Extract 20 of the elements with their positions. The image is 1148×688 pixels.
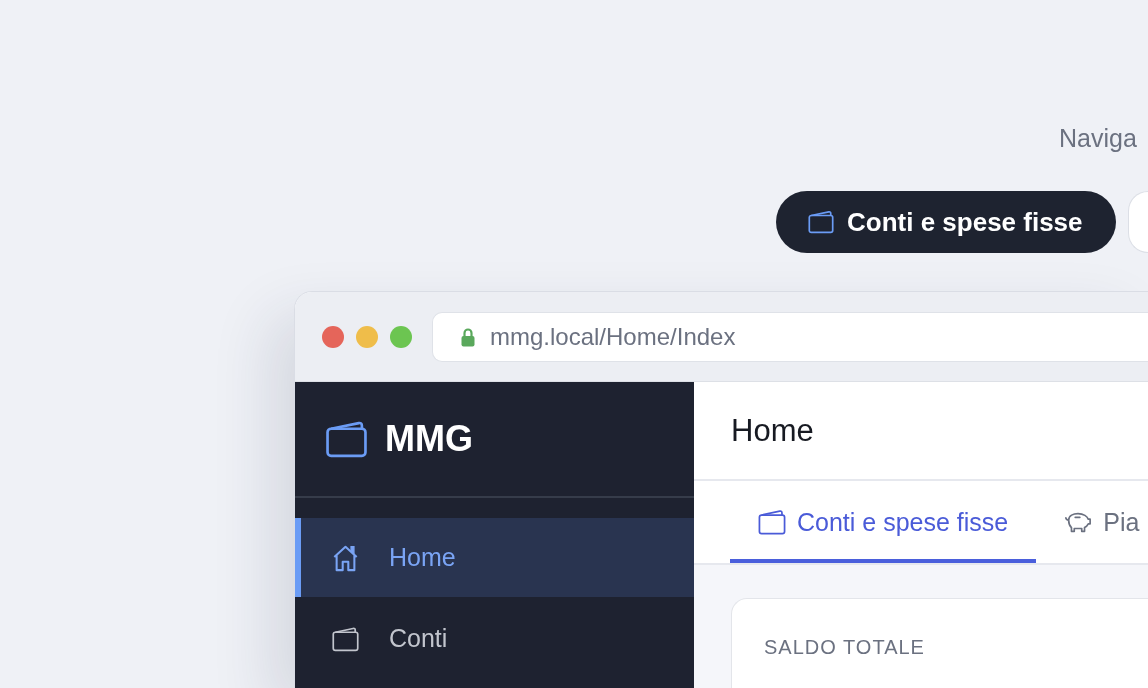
tab[interactable]: Pia [1036,481,1148,563]
window-maximize-button[interactable] [390,325,412,348]
sidebar-item[interactable]: Home [295,518,694,597]
intro-text: Naviga [1059,124,1137,152]
sidebar-item[interactable]: Conti [295,599,694,678]
wallet-icon [808,210,834,234]
address-bar[interactable]: mmg.local/Home/Index [432,311,1148,362]
lock-icon [461,326,475,347]
window-minimize-button[interactable] [356,325,378,348]
page-title: Home [731,412,814,449]
url-text: mmg.local/Home/Index [490,322,736,351]
wallet-icon [326,420,367,458]
home-icon [332,543,359,572]
card-label: SALDO TOTALE [764,635,925,659]
wallet-icon [758,509,786,535]
nav-button[interactable]: Conti e spese fisse [776,191,1116,253]
nav-button[interactable] [1127,191,1148,253]
window-close-button[interactable] [322,325,344,348]
tab[interactable]: Conti e spese fisse [730,481,1037,563]
brand-name: MMG [385,418,473,460]
